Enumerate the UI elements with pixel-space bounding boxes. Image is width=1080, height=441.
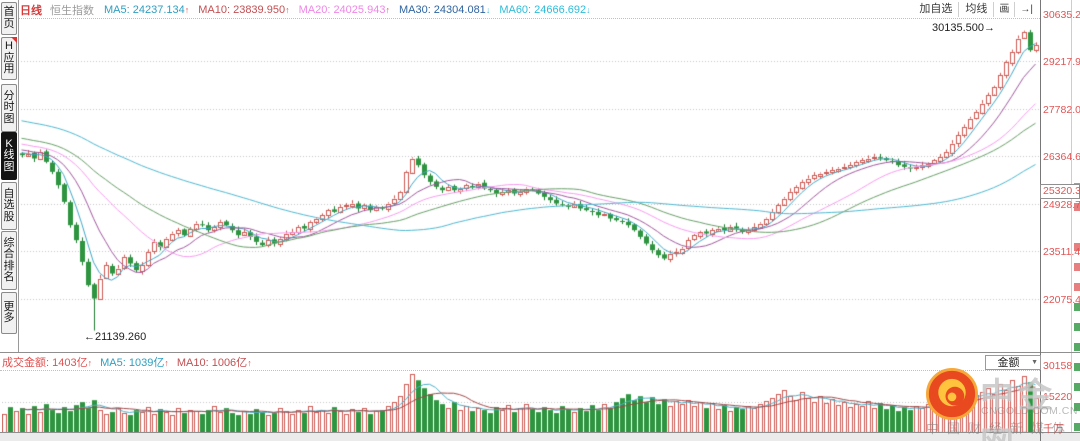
arrow-right-icon: → (984, 22, 995, 34)
sidebar-item-kline-chart[interactable]: K 线 图 (1, 132, 17, 180)
price-axis-label: 26364.68 (1043, 150, 1080, 163)
vol-ma10-arrow-icon: ↑ (247, 358, 252, 368)
clipped-text-fragment (1074, 283, 1080, 291)
vol-ma10-value: 1006亿 (211, 357, 248, 369)
volume-axis-max: 30158 (1043, 360, 1073, 372)
turnover-value: 1403亿 (52, 357, 88, 369)
chart-toolbar: 加自选 均线 画 →| (913, 1, 1038, 17)
ma10-indicator: MA10: 23839.950↑ (198, 3, 290, 16)
ma30-indicator: MA30: 24304.081↓ (398, 3, 491, 16)
vol-ma5-arrow-icon: ↑ (164, 358, 169, 368)
chart-bottom-border (0, 432, 1080, 433)
turnover-arrow-icon: ↑ (87, 358, 93, 368)
sidebar: 首 页 H 应 用分 时 图K 线 图自 选 股综 合 排 名更 多 (0, 0, 19, 352)
high-price-annotation: 30135.500→ (932, 22, 995, 34)
price-axis-label: 23511.40 (1043, 245, 1080, 258)
ma20-indicator: MA20: 24025.943↑ (298, 3, 390, 16)
clipped-text-fragment (1074, 363, 1080, 371)
price-axis-label: 24928.72 (1043, 198, 1080, 211)
turnover-label: 成交金额: (2, 357, 50, 369)
price-marker-box: 25320.34 (1040, 184, 1080, 200)
ma-toggle-button[interactable]: 均线 (958, 1, 993, 17)
topbar-divider (18, 18, 1040, 19)
vol-ma10-label: MA10: (176, 357, 209, 369)
price-axis-line (1040, 0, 1041, 441)
pane-divider (0, 352, 1080, 353)
volume-axis-unit: 千万 (1043, 423, 1064, 435)
sidebar-item-more[interactable]: 更 多 (1, 292, 17, 334)
sidebar-item-watchlist[interactable]: 自 选 股 (1, 182, 17, 230)
ma60-indicator: MA60: 24666.692↓ (499, 3, 591, 16)
price-axis-label: 29217.97 (1043, 55, 1080, 68)
period-label[interactable]: 日线 (20, 2, 42, 18)
vol-ma5-value: 1039亿 (128, 357, 165, 369)
clipped-text-fragment (1074, 323, 1080, 331)
clipped-text-fragment (1074, 423, 1080, 431)
price-axis-label: 30635.29 (1043, 8, 1080, 21)
price-axis-label: 22075.43 (1043, 293, 1080, 306)
trading-app-window: 日线 恒生指数 MA5: 24237.134↑ MA10: 23839.950↑ M… (0, 0, 1080, 441)
ma-indicator-values: MA5: 24237.134↑ MA10: 23839.950↑ MA20: 240… (104, 4, 600, 16)
sidebar-item-h-app[interactable]: H 应 用 (1, 37, 17, 80)
clipped-text-fragment (1074, 383, 1080, 391)
add-watchlist-button[interactable]: 加自选 (913, 2, 958, 17)
amount-type-dropdown[interactable]: 金额 ▼ (985, 355, 1041, 370)
amount-dropdown-value: 金额 (997, 356, 1020, 369)
volume-axis-mid: 15220 (1043, 391, 1073, 403)
volume-header-divider (0, 370, 1040, 371)
sidebar-item-home[interactable]: 首 页 (1, 2, 17, 35)
clipped-text-fragment (1074, 403, 1080, 411)
price-chart-canvas[interactable] (18, 18, 1040, 352)
indicator-bar: 日线 恒生指数 MA5: 24237.134↑ MA10: 23839.950↑ M… (20, 2, 600, 17)
arrow-left-icon: ← (84, 331, 95, 343)
clipped-text-fragment (1074, 343, 1080, 351)
low-price-annotation: ←21139.260 (84, 331, 147, 343)
collapse-panel-icon[interactable]: →| (1014, 1, 1038, 17)
notification-badge (11, 37, 17, 43)
clipped-text-fragment (1074, 263, 1080, 271)
sidebar-item-time-chart[interactable]: 分 时 图 (1, 84, 17, 132)
chevron-down-icon: ▼ (1031, 359, 1038, 366)
draw-icon[interactable]: 画 (993, 1, 1014, 17)
price-axis-label: 27782.00 (1043, 103, 1080, 116)
sidebar-item-ranking[interactable]: 综 合 排 名 (1, 231, 17, 290)
symbol-label: 恒生指数 (50, 4, 94, 17)
ma5-indicator: MA5: 24237.134↑ (104, 3, 190, 16)
bottom-strip (0, 433, 1080, 441)
volume-indicator-bar: 成交金额: 1403亿↑ MA5: 1039亿↑ MA10: 1006亿↑ (2, 355, 260, 369)
volume-chart-canvas[interactable] (2, 371, 1040, 432)
vol-ma5-label: MA5: (100, 357, 126, 369)
